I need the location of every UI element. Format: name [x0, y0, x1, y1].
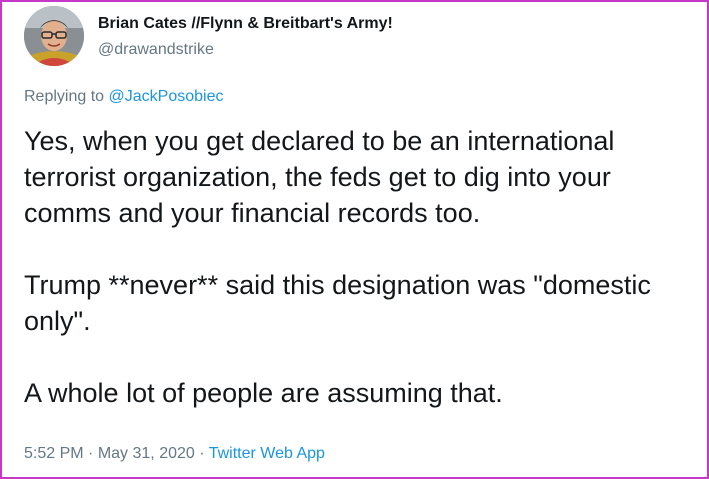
- tweet-metadata: 5:52 PM · May 31, 2020 · Twitter Web App: [24, 445, 325, 463]
- meta-separator: ·: [199, 445, 205, 462]
- tweet-card: Brian Cates //Flynn & Breitbart's Army! …: [0, 0, 709, 479]
- tweet-date[interactable]: May 31, 2020: [98, 445, 195, 462]
- tweet-paragraph: Trump **never** said this designation wa…: [24, 270, 651, 336]
- source-app-link[interactable]: Twitter Web App: [209, 445, 325, 462]
- profile-photo: [24, 6, 84, 66]
- reply-mention-link[interactable]: @JackPosobiec: [109, 88, 224, 105]
- tweet-text: Yes, when you get declared to be an inte…: [24, 123, 699, 411]
- avatar[interactable]: [24, 6, 84, 66]
- meta-separator: ·: [88, 445, 94, 462]
- author-handle[interactable]: @drawandstrike: [98, 40, 393, 60]
- tweet-timestamp[interactable]: 5:52 PM: [24, 445, 84, 462]
- tweet-paragraph: A whole lot of people are assuming that.: [24, 378, 503, 408]
- tweet-paragraph: Yes, when you get declared to be an inte…: [24, 126, 615, 228]
- replying-to-line: Replying to @JackPosobiec: [24, 88, 223, 106]
- author-display-name[interactable]: Brian Cates //Flynn & Breitbart's Army!: [98, 14, 393, 34]
- replying-to-label: Replying to: [24, 88, 105, 105]
- author-block[interactable]: Brian Cates //Flynn & Breitbart's Army! …: [98, 14, 393, 60]
